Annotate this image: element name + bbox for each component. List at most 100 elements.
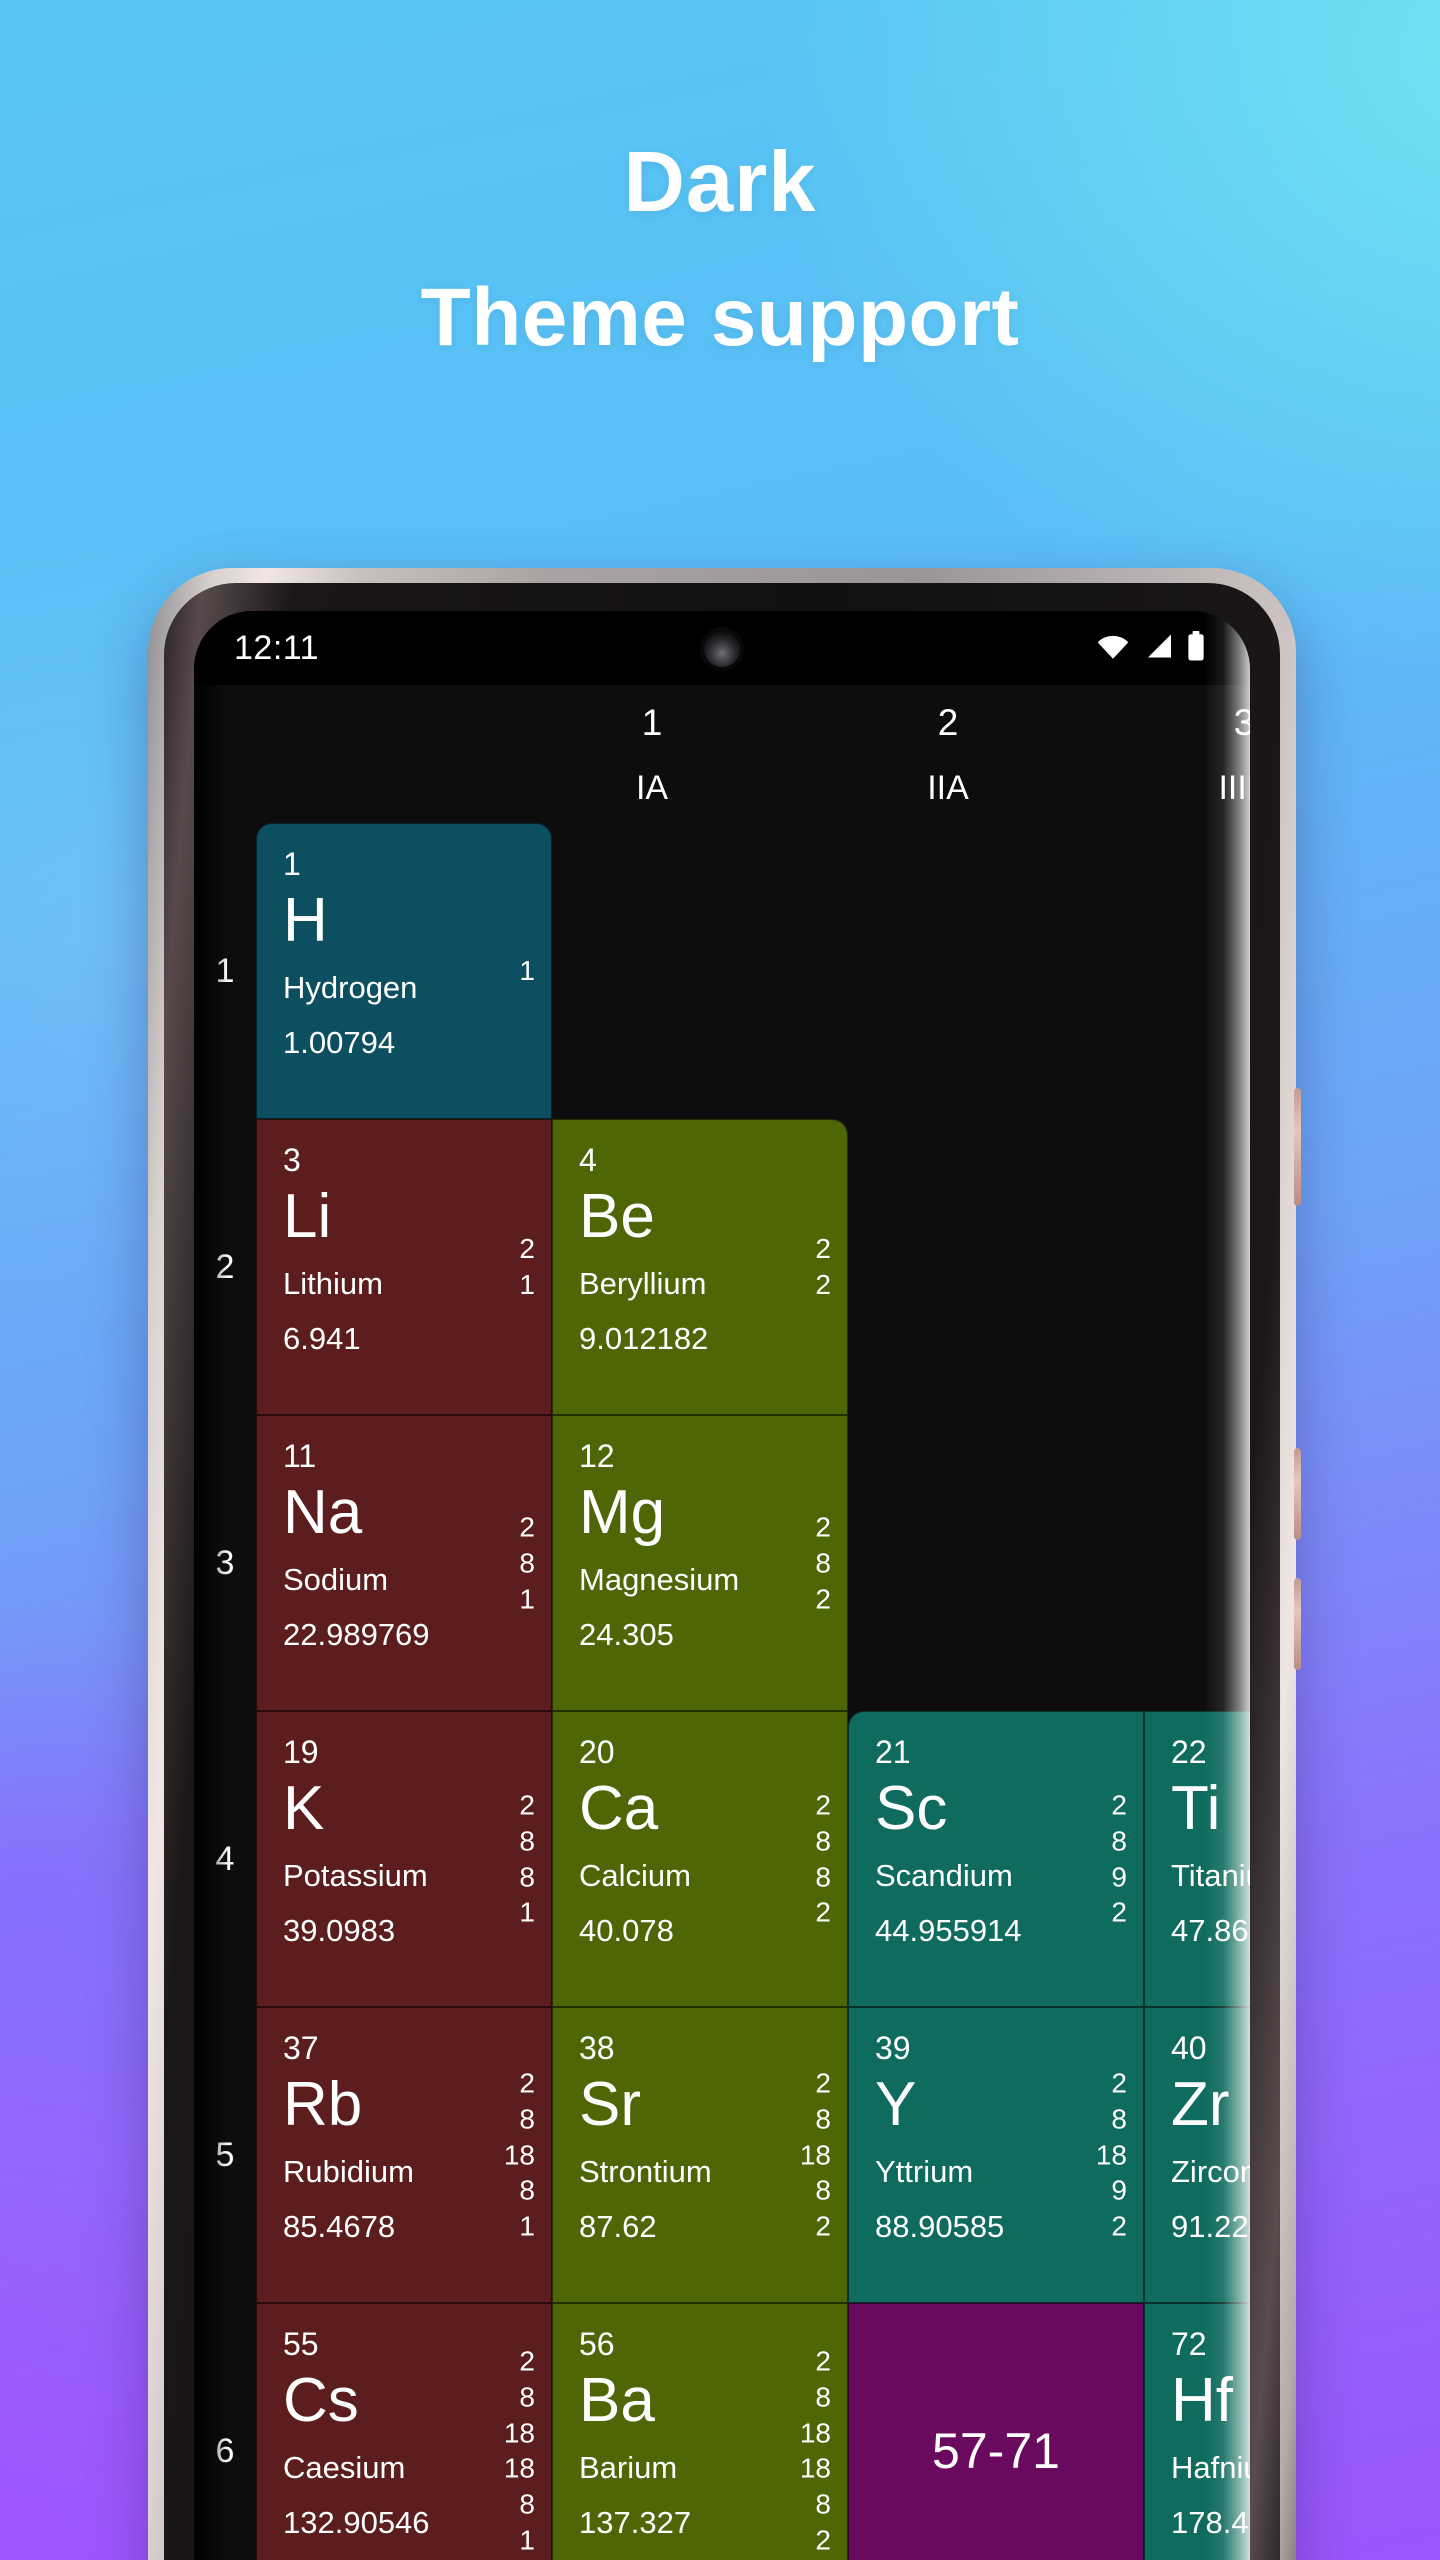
shell-electron-count: 2 [1111, 1789, 1127, 1821]
row-label-5: 5 [215, 2135, 235, 2174]
phone-side-button-volume-up[interactable] [1294, 1088, 1301, 1206]
periodic-table-row: 5 37 Rb Rubidium 85.4678 2 8 18 8 1 38 Sr Strontium 8… [216, 2007, 1250, 2303]
atomic-mass: 85.4678 [283, 2209, 396, 2244]
shell-electron-count: 2 [1111, 2210, 1127, 2242]
headline-line-2: Theme support [420, 272, 1020, 363]
electron-shell-config: 22 [815, 1231, 831, 1303]
empty-cell [552, 823, 848, 1119]
shell-electron-count: 2 [815, 1789, 831, 1821]
atomic-number: 20 [579, 1734, 615, 1770]
element-cell-Y[interactable]: 39 Y Yttrium 88.90585 2 8 18 9 2 [848, 2007, 1144, 2303]
column-header-roman: IIA [927, 768, 969, 807]
atomic-number: 55 [283, 2326, 319, 2362]
row-label-6: 6 [215, 2431, 235, 2470]
shell-electron-count: 9 [1111, 2174, 1127, 2206]
element-symbol: Sc [875, 1774, 948, 1843]
element-name: Hafnium [1171, 2450, 1250, 2485]
atomic-mass: 24.305 [579, 1617, 674, 1652]
element-name: Hydrogen [283, 970, 418, 1005]
atomic-number: 21 [875, 1734, 911, 1770]
shell-electron-count: 2 [815, 2210, 831, 2242]
column-header-number: 1 [641, 701, 663, 743]
element-cell-Cs[interactable]: 55 Cs Caesium 132.90546 2 8 18 18 8 1 [256, 2303, 552, 2560]
phone-screen: 12:11 1IA2IIA3IIIB4IVB [194, 611, 1250, 2560]
element-name: Titanium [1171, 1858, 1250, 1893]
shell-electron-count: 2 [815, 2067, 831, 2099]
shell-electron-count: 8 [815, 2174, 831, 2206]
element-symbol: Ca [579, 1774, 659, 1843]
atomic-mass: 88.90585 [875, 2209, 1005, 2244]
phone-side-button-power[interactable] [1294, 1578, 1301, 1670]
electron-shell-config: 2 8 8 1 [519, 1787, 535, 1930]
status-icon-group [1096, 630, 1206, 666]
phone-side-button-volume-down[interactable] [1294, 1448, 1301, 1540]
element-symbol: Rb [283, 2070, 363, 2139]
element-name: Scandium [875, 1858, 1013, 1893]
element-name: Rubidium [283, 2154, 414, 2189]
element-name: Sodium [283, 1562, 389, 1597]
atomic-mass: 132.90546 [283, 2505, 430, 2540]
element-cell-K[interactable]: 19 K Potassium 39.0983 2 8 8 1 [256, 1711, 552, 2007]
atomic-mass: 44.955914 [875, 1913, 1022, 1948]
periodic-table-row: 3 11 Na Sodium 22.989769 2 8 1 12 Mg Magnesium 24.3… [216, 1415, 1250, 1711]
element-cell-Li[interactable]: 3 Li Lithium 6.941 2 1 [256, 1119, 552, 1415]
element-name: Zirconium [1171, 2154, 1250, 2189]
shell-electron-count: 2 [1111, 2067, 1127, 2099]
electron-shell-config: 2 81 [519, 1509, 535, 1616]
element-cell-Rb[interactable]: 37 Rb Rubidium 85.4678 2 8 18 8 1 [256, 2007, 552, 2303]
shell-electron-count: 8 [815, 2488, 831, 2520]
atomic-number: 39 [875, 2030, 911, 2066]
electron-shell-config: 2 8 8 2 [815, 1787, 831, 1930]
shell-electron-count: 2 [519, 1789, 535, 1821]
element-cell-Hf[interactable]: 72HfHafnium178.49281832102 [1144, 2303, 1250, 2560]
element-series-cell-57-71[interactable]: 57-71 [848, 2303, 1144, 2560]
element-name: Lithium [283, 1266, 383, 1301]
element-symbol: Li [283, 1182, 332, 1251]
empty-cell [1144, 1415, 1250, 1711]
element-symbol: Ti [1171, 1774, 1221, 1843]
element-cell-Ti[interactable]: 22TiTitanium47.86728102 [1144, 1711, 1250, 2007]
atomic-mass: 40.078 [579, 1913, 674, 1948]
shell-electron-count: 8 [815, 1547, 831, 1579]
shell-electron-count: 2 [519, 2067, 535, 2099]
element-cell-Sc[interactable]: 21 Sc Scandium 44.955914 2 8 9 2 [848, 1711, 1144, 2007]
element-cell-Zr[interactable]: 40ZrZirconium91.2242818102 [1144, 2007, 1250, 2303]
column-header-number: 2 [937, 701, 959, 743]
column-header-roman: IA [635, 768, 669, 807]
empty-cell [1144, 823, 1250, 1119]
electron-shell-config: 21 [519, 1231, 535, 1303]
element-name: Yttrium [875, 2154, 974, 2189]
electron-shell-config: 2 8 18 8 2 [800, 2065, 831, 2244]
shell-electron-count: 2 [815, 2345, 831, 2377]
row-label-1: 1 [215, 951, 235, 990]
element-cell-Ba[interactable]: 56 Ba Barium 137.327 2 8 18 18 8 2 [552, 2303, 848, 2560]
battery-icon [1186, 630, 1206, 666]
shell-electron-count: 1 [519, 2210, 535, 2242]
shell-electron-count: 18 [503, 2417, 535, 2449]
element-symbol: Be [579, 1182, 655, 1251]
shell-electron-count: 1 [519, 2524, 535, 2556]
element-symbol: Cs [283, 2366, 359, 2435]
shell-electron-count: 8 [815, 1825, 831, 1857]
shell-electron-count: 9 [1111, 1861, 1127, 1892]
element-cell-Sr[interactable]: 38 Sr Strontium 87.62 2 8 18 8 2 [552, 2007, 848, 2303]
shell-electron-count: 8 [815, 2103, 831, 2135]
element-cell-Be[interactable]: 4 Be Beryllium 9.012182 2 2 [552, 1119, 848, 1415]
element-cell-Mg[interactable]: 12 Mg Magnesium 24.305 2 8 2 [552, 1415, 848, 1711]
element-name: Magnesium [579, 1562, 740, 1597]
empty-cell [848, 823, 1144, 1119]
empty-cell [1144, 1119, 1250, 1415]
element-cell-H[interactable]: 1 H Hydrogen 1.00794 1 [256, 823, 552, 1119]
element-symbol: H [283, 886, 328, 955]
element-cell-Ca[interactable]: 20 Ca Calcium 40.078 2 8 8 2 [552, 1711, 848, 2007]
element-symbol: Ba [579, 2366, 655, 2435]
element-cell-Na[interactable]: 11 Na Sodium 22.989769 2 8 1 [256, 1415, 552, 1711]
atomic-number: 22 [1171, 1734, 1207, 1770]
column-header-1: 1 IA [504, 685, 800, 823]
periodic-table-row: 6 55 Cs Caesium 132.90546 2 8 18 18 8 1 56 Ba Barium 1… [216, 2303, 1250, 2560]
electron-shell-config: 2 8 18 18 8 2 [800, 2344, 831, 2559]
shell-electron-count: 2 [815, 2524, 831, 2556]
shell-electron-count: 8 [815, 1861, 831, 1892]
shell-electron-count: 8 [519, 2381, 535, 2413]
shell-electron-count: 8 [519, 2488, 535, 2520]
